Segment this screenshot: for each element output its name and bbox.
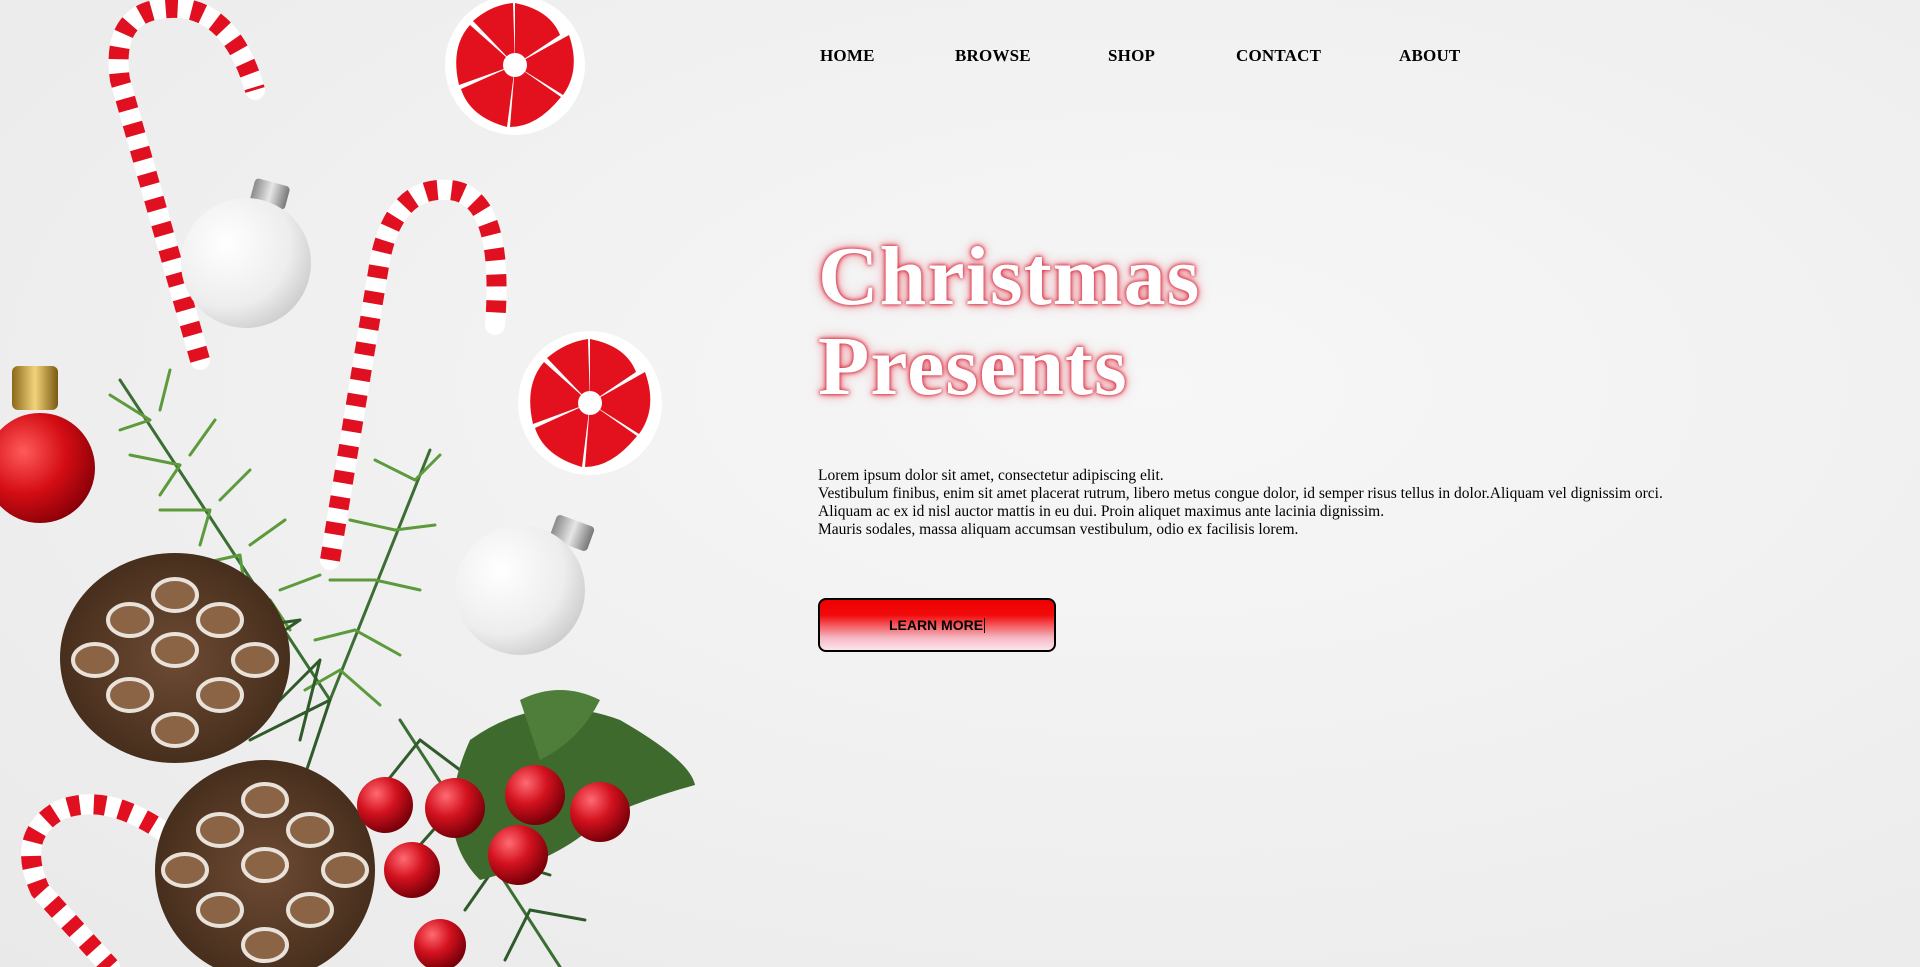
candy-cane-icon xyxy=(21,794,185,967)
learn-more-button-label: LEARN MORE xyxy=(888,617,984,633)
hero-title: Christmas Presents xyxy=(818,232,1200,412)
hero-description-line: Vestibulum finibus, enim sit amet placer… xyxy=(818,485,1663,502)
hero-description-line: Mauris sodales, massa aliquam accumsan v… xyxy=(818,521,1299,538)
candy-cane-icon xyxy=(320,179,507,570)
nav-about-link[interactable]: ABOUT xyxy=(1399,46,1460,66)
peppermint-candy-icon xyxy=(518,331,662,475)
learn-more-button[interactable]: LEARN MORE xyxy=(818,598,1056,652)
pine-cone-icon xyxy=(155,760,375,967)
hero-description-line: Aliquam ac ex id nisl auctor mattis in e… xyxy=(818,503,1385,520)
christmas-decoration xyxy=(0,0,695,967)
nav-shop-link[interactable]: SHOP xyxy=(1108,46,1155,66)
hero-title-line2: Presents xyxy=(818,320,1128,413)
peppermint-candy-icon xyxy=(445,0,585,135)
ornament-ball-icon xyxy=(455,515,595,655)
hero-description: Lorem ipsum dolor sit amet, consectetur … xyxy=(818,467,1663,539)
nav-browse-link[interactable]: BROWSE xyxy=(955,46,1031,66)
hero-description-line: Lorem ipsum dolor sit amet, consectetur … xyxy=(818,467,1164,484)
nav-home-link[interactable]: HOME xyxy=(820,46,875,66)
ornament-ball-icon xyxy=(181,178,311,328)
text-cursor xyxy=(984,617,986,633)
nav-contact-link[interactable]: CONTACT xyxy=(1236,46,1321,66)
ornament-ball-icon xyxy=(0,366,95,523)
hero-title-line1: Christmas xyxy=(818,230,1201,323)
pine-cone-icon xyxy=(60,553,290,763)
